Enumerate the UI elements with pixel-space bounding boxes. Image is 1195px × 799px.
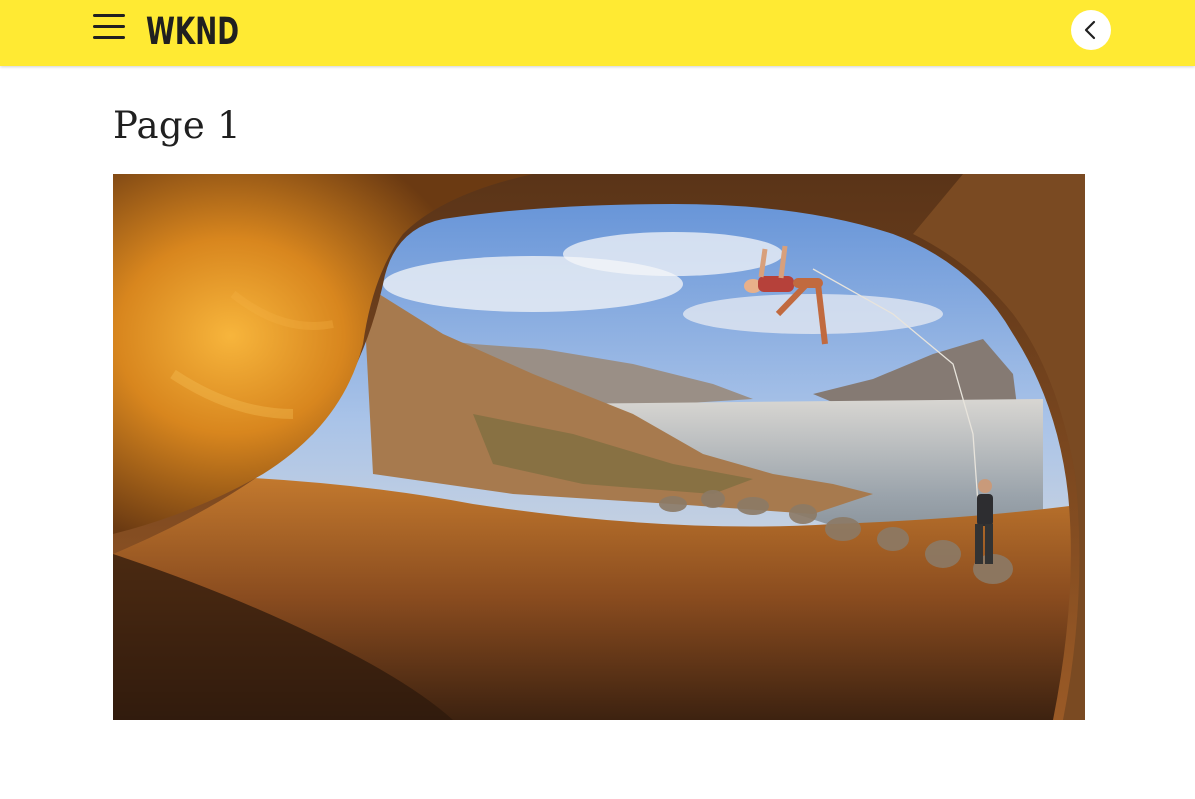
page-title: Page 1: [113, 104, 241, 147]
hamburger-menu-icon[interactable]: [93, 14, 125, 40]
hero-illustration: [113, 174, 1085, 720]
wknd-logo[interactable]: WKND: [146, 10, 240, 48]
brand-name: WKND: [146, 10, 239, 48]
chevron-left-icon: [1084, 20, 1096, 40]
site-header: WKND: [0, 0, 1195, 66]
wknd-logo-mark: WKND: [146, 10, 239, 48]
hero-image: [113, 174, 1085, 720]
back-button[interactable]: [1071, 10, 1111, 50]
